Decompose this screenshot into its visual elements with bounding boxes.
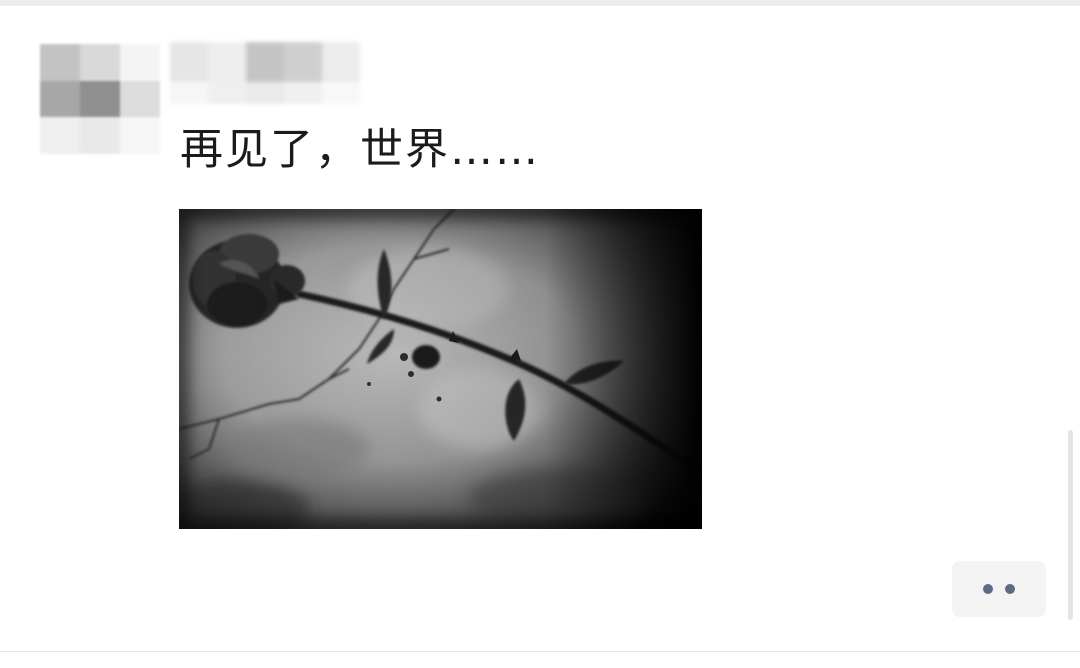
bottom-divider <box>0 651 1080 652</box>
name-pixel <box>208 42 246 82</box>
avatar-pixel <box>80 117 120 154</box>
name-pixel <box>246 42 284 82</box>
name-pixel <box>170 42 208 82</box>
avatar-pixel <box>80 80 120 118</box>
scrollbar[interactable] <box>1068 430 1073 620</box>
name-pixel <box>246 82 284 104</box>
post-text: 再见了，世界…… <box>180 125 540 175</box>
more-button[interactable] <box>952 561 1046 617</box>
avatar-pixel <box>120 80 160 118</box>
name-pixel <box>170 82 208 104</box>
name-pixel <box>284 82 322 104</box>
avatar-pixel <box>40 44 80 81</box>
more-dots-icon <box>1005 584 1015 594</box>
avatar-pixel <box>40 80 80 118</box>
name-pixel <box>284 42 322 82</box>
avatar-pixel <box>120 44 160 81</box>
author-name-blurred[interactable] <box>170 42 360 104</box>
rose-photo[interactable] <box>179 209 702 529</box>
name-pixel <box>322 82 360 104</box>
name-pixel <box>208 82 246 104</box>
avatar[interactable] <box>40 44 160 154</box>
avatar-pixel <box>40 117 80 154</box>
avatar-pixel <box>120 117 160 154</box>
avatar-pixel <box>80 44 120 81</box>
more-dots-icon <box>983 584 993 594</box>
name-pixel <box>322 42 360 82</box>
top-divider <box>0 0 1080 6</box>
